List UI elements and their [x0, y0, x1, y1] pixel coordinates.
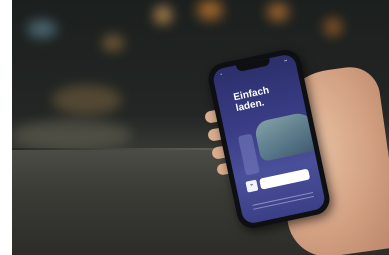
app-headline: Einfach laden.	[232, 85, 271, 115]
bokeh-light	[197, 0, 223, 20]
bokeh-light	[267, 3, 289, 21]
bokeh-light	[52, 85, 122, 115]
app-icon: ⌁	[245, 179, 259, 193]
bokeh-light	[12, 120, 132, 150]
car-image	[253, 110, 321, 163]
status-icons: ▪▪	[283, 57, 288, 64]
bokeh-light	[102, 35, 124, 51]
primary-button[interactable]	[259, 168, 311, 190]
fineprint	[252, 189, 315, 213]
bokeh-light	[324, 18, 342, 36]
bokeh-light	[154, 6, 172, 24]
photo: ▪ ▪▪ Einfach laden. ⌁	[12, 0, 389, 255]
bokeh-light	[27, 20, 57, 38]
status-time: ▪	[219, 71, 223, 77]
